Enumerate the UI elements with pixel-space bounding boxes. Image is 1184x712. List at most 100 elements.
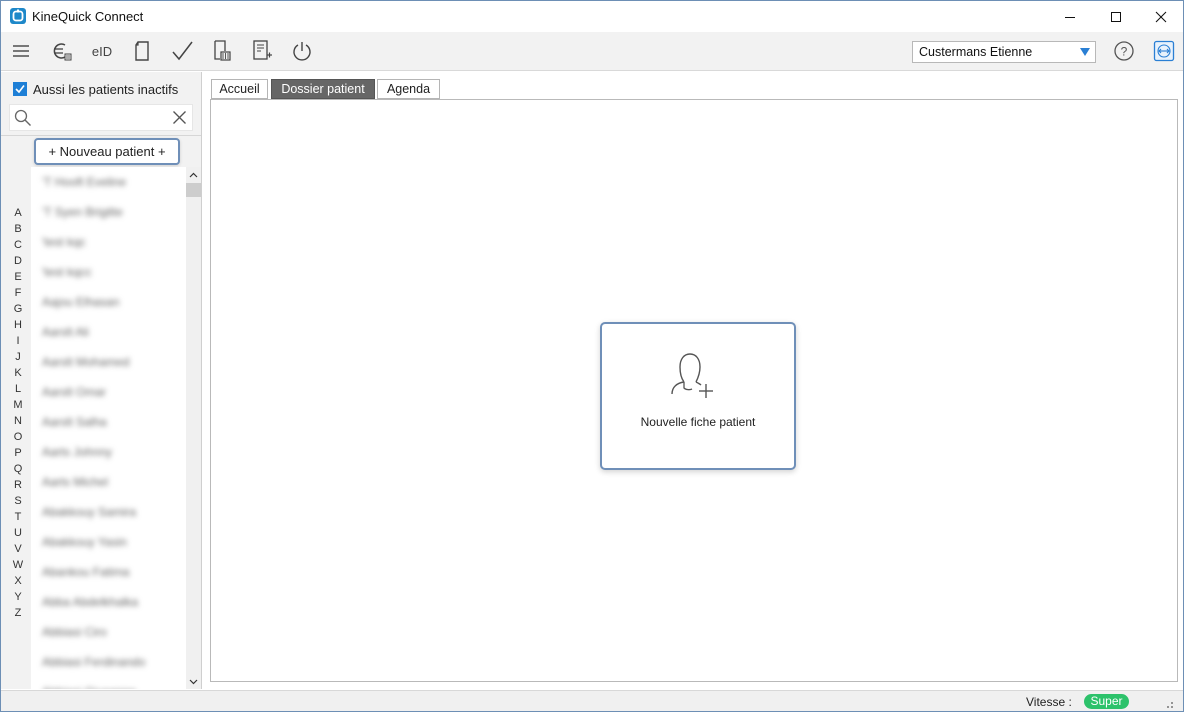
- search-input[interactable]: [36, 108, 166, 128]
- euro-icon: [53, 43, 72, 61]
- tab-agenda[interactable]: Agenda: [377, 79, 440, 99]
- close-icon: [1155, 11, 1167, 22]
- document-button[interactable]: [127, 36, 157, 66]
- patient-list-item[interactable]: Abbiasi Giuseppe: [42, 685, 136, 689]
- alphabet-letter[interactable]: B: [11, 221, 25, 237]
- minimize-icon: [1065, 16, 1075, 18]
- minimize-button[interactable]: [1047, 1, 1093, 32]
- hamburger-icon: [13, 45, 29, 57]
- patient-list-item[interactable]: Abakkouy Yasin: [42, 535, 127, 553]
- patient-list-item[interactable]: Aarslt Omar: [42, 385, 106, 403]
- tab-accueil[interactable]: Accueil: [211, 79, 268, 99]
- eid-button[interactable]: eID: [87, 36, 117, 66]
- report-icon: [253, 40, 272, 60]
- alphabet-letter[interactable]: M: [11, 397, 25, 413]
- archive-icon: [214, 40, 231, 61]
- patient-list-item[interactable]: Aarslt Salha: [42, 415, 107, 433]
- alphabet-letter[interactable]: J: [11, 349, 25, 365]
- alphabet-letter[interactable]: Z: [11, 605, 25, 621]
- patient-list-item[interactable]: 'test kqcc: [42, 265, 92, 283]
- alphabet-letter[interactable]: V: [11, 541, 25, 557]
- tab-dossier-patient[interactable]: Dossier patient: [271, 79, 375, 99]
- clear-search-icon[interactable]: [172, 110, 187, 128]
- patient-list-scrollbar[interactable]: [186, 167, 201, 689]
- alphabet-letter[interactable]: I: [11, 333, 25, 349]
- billing-button[interactable]: [47, 36, 77, 66]
- alphabet-letter[interactable]: X: [11, 573, 25, 589]
- status-bar: Vitesse : Super: [1, 690, 1183, 711]
- patient-list-item[interactable]: Abbiasi Ciro: [42, 625, 107, 643]
- new-patient-button[interactable]: + Nouveau patient +: [34, 138, 180, 165]
- chevron-down-icon: [189, 679, 198, 684]
- help-button[interactable]: ?: [1109, 36, 1139, 66]
- alphabet-letter[interactable]: K: [11, 365, 25, 381]
- scroll-down-button[interactable]: [186, 674, 201, 689]
- patient-list-item[interactable]: 'T Hooft Eveline: [42, 175, 126, 193]
- title-bar: KineQuick Connect: [1, 1, 1183, 32]
- check-icon: [15, 85, 25, 94]
- menu-button[interactable]: [6, 36, 36, 66]
- patient-list-item[interactable]: Abbiasi Ferdinando: [42, 655, 145, 673]
- patient-list: 'T Hooft Eveline 'T Syen Brigitte 'test kq…: [31, 167, 186, 689]
- document-icon: [135, 41, 149, 61]
- patient-list-item[interactable]: Aarslt Ali: [42, 325, 89, 343]
- alphabet-letter[interactable]: D: [11, 253, 25, 269]
- alphabet-letter[interactable]: R: [11, 477, 25, 493]
- alphabet-letter[interactable]: W: [11, 557, 25, 573]
- logout-button[interactable]: [287, 36, 317, 66]
- inactive-patients-checkbox[interactable]: [13, 82, 27, 96]
- reports-button[interactable]: [247, 36, 277, 66]
- alphabet-letter[interactable]: P: [11, 445, 25, 461]
- divider: [1, 135, 201, 136]
- alphabet-letter[interactable]: L: [11, 381, 25, 397]
- add-user-icon: [670, 352, 722, 405]
- remote-connect-button[interactable]: [1149, 36, 1179, 66]
- toolbar: eID Custermans Etienne ?: [1, 32, 1183, 71]
- close-button[interactable]: [1138, 1, 1184, 32]
- patient-list-item[interactable]: 'T Syen Brigitte: [42, 205, 123, 223]
- patient-list-item[interactable]: Abba Abdelkhalka: [42, 595, 138, 613]
- patient-list-item[interactable]: Aarts Michel: [42, 475, 108, 493]
- patient-list-item[interactable]: Aarts Johnny: [42, 445, 112, 463]
- new-patient-record-label: Nouvelle fiche patient: [640, 415, 756, 429]
- alphabet-letter[interactable]: G: [11, 301, 25, 317]
- validate-button[interactable]: [167, 36, 197, 66]
- patient-list-item[interactable]: Abankou Fatima: [42, 565, 129, 583]
- maximize-icon: [1111, 11, 1121, 22]
- checkmark-icon: [172, 41, 193, 61]
- inactive-patients-toggle[interactable]: Aussi les patients inactifs: [13, 81, 178, 97]
- alphabet-letter[interactable]: U: [11, 525, 25, 541]
- patient-list-item[interactable]: Abakkouy Samira: [42, 505, 136, 523]
- search-icon: [14, 109, 32, 130]
- scrollbar-thumb[interactable]: [186, 183, 201, 197]
- speed-label: Vitesse :: [1026, 695, 1072, 709]
- app-logo-icon: [10, 8, 26, 24]
- speed-badge: Super: [1084, 694, 1129, 709]
- alphabet-letter[interactable]: H: [11, 317, 25, 333]
- alphabet-letter[interactable]: T: [11, 509, 25, 525]
- maximize-button[interactable]: [1093, 1, 1139, 32]
- alphabet-letter[interactable]: O: [11, 429, 25, 445]
- alphabet-letter[interactable]: C: [11, 237, 25, 253]
- chevron-down-icon: [1080, 48, 1090, 56]
- alphabet-letter[interactable]: S: [11, 493, 25, 509]
- chevron-up-icon: [189, 172, 198, 177]
- alphabet-letter[interactable]: N: [11, 413, 25, 429]
- patient-sidebar: Aussi les patients inactifs + Nouveau pa…: [1, 72, 202, 689]
- help-icon: ?: [1114, 41, 1134, 61]
- user-select[interactable]: Custermans Etienne: [912, 41, 1096, 63]
- power-icon: [293, 42, 311, 61]
- alphabet-letter[interactable]: F: [11, 285, 25, 301]
- scroll-up-button[interactable]: [186, 167, 201, 182]
- new-patient-record-card[interactable]: Nouvelle fiche patient: [600, 322, 796, 470]
- alphabet-letter[interactable]: Y: [11, 589, 25, 605]
- alphabet-letter[interactable]: E: [11, 269, 25, 285]
- patient-list-item[interactable]: Aajou Elhasan: [42, 295, 119, 313]
- resize-grip-icon[interactable]: [1164, 697, 1174, 708]
- patient-list-item[interactable]: Aarslt Mohamed: [42, 355, 129, 373]
- alphabet-letter[interactable]: Q: [11, 461, 25, 477]
- inactive-patients-label: Aussi les patients inactifs: [33, 81, 179, 97]
- patient-list-item[interactable]: 'test kqc: [42, 235, 86, 253]
- alphabet-letter[interactable]: A: [11, 205, 25, 221]
- archive-button[interactable]: [207, 36, 237, 66]
